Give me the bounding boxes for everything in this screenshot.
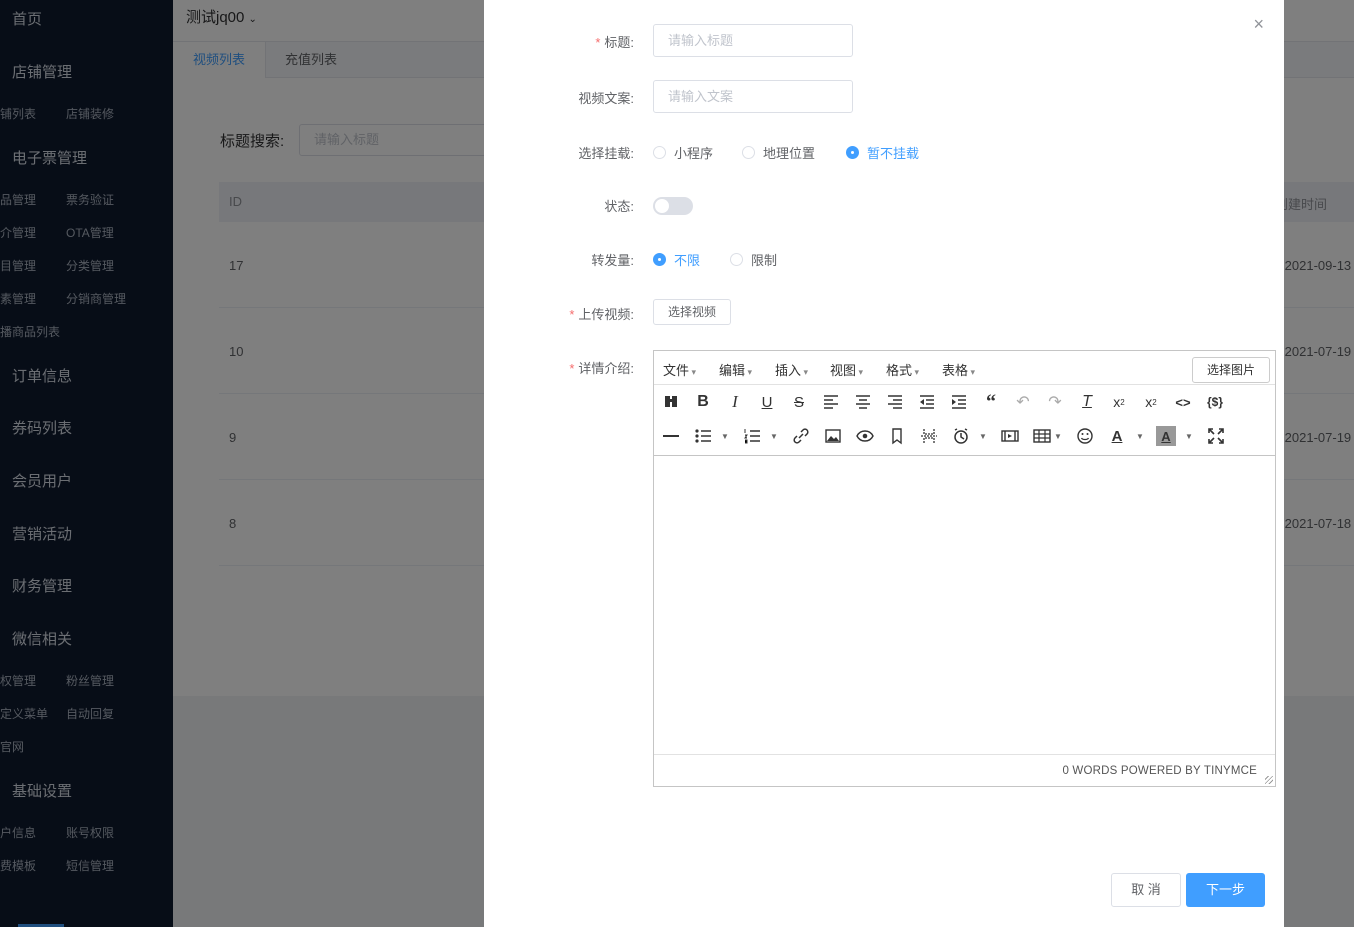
copy-label: 视频文案:: [578, 91, 634, 106]
mount-option-none[interactable]: 暂不挂载: [846, 143, 919, 162]
superscript-icon[interactable]: x2: [1141, 392, 1161, 412]
menu-file[interactable]: 文件: [663, 360, 696, 379]
outdent-icon[interactable]: [917, 392, 937, 412]
next-step-button[interactable]: 下一步: [1186, 873, 1265, 907]
blockquote-icon[interactable]: “: [981, 391, 1001, 413]
editor-status-bar: 0 WORDS POWERED BY TINYMCE: [1062, 765, 1257, 777]
code-icon[interactable]: <>: [1173, 392, 1193, 412]
subscript-icon[interactable]: x2: [1109, 392, 1129, 412]
radio-icon: [653, 146, 666, 159]
forward-option-unlimited[interactable]: 不限: [653, 250, 700, 269]
text-color-icon[interactable]: A: [1107, 426, 1127, 446]
copy-input[interactable]: 请输入文案: [653, 80, 853, 113]
preview-eye-icon[interactable]: [855, 426, 875, 446]
radio-checked-icon: [846, 146, 859, 159]
align-right-icon[interactable]: [885, 392, 905, 412]
indent-icon[interactable]: [949, 392, 969, 412]
numbered-list-icon[interactable]: [742, 426, 762, 446]
media-icon[interactable]: [1000, 426, 1020, 446]
editor-content-area[interactable]: [654, 455, 1275, 755]
title-input[interactable]: 请输入标题: [653, 24, 853, 57]
horizontal-line-icon[interactable]: [661, 426, 681, 446]
datetime-caret-icon[interactable]: ▼: [979, 432, 987, 441]
mount-label: 选择挂载:: [578, 146, 634, 161]
menu-format[interactable]: 格式: [886, 360, 919, 379]
background-color-caret-icon[interactable]: ▼: [1185, 432, 1193, 441]
status-label: 状态:: [604, 199, 634, 214]
align-left-icon[interactable]: [821, 392, 841, 412]
clear-format-icon[interactable]: T: [1077, 392, 1097, 412]
numbered-list-caret-icon[interactable]: ▼: [770, 432, 778, 441]
mount-option-location[interactable]: 地理位置: [742, 143, 815, 162]
select-image-button[interactable]: 选择图片: [1192, 357, 1270, 383]
bookmark-icon[interactable]: [887, 426, 907, 446]
strikethrough-icon[interactable]: S: [789, 392, 809, 412]
template-icon[interactable]: {$}: [1205, 392, 1225, 412]
menu-insert[interactable]: 插入: [775, 360, 808, 379]
bullet-list-caret-icon[interactable]: ▼: [721, 432, 729, 441]
text-color-caret-icon[interactable]: ▼: [1136, 432, 1144, 441]
detail-label: * 详情介绍:: [569, 361, 634, 376]
radio-checked-icon: [653, 253, 666, 266]
forward-option-limited[interactable]: 限制: [730, 250, 777, 269]
find-replace-icon[interactable]: [661, 392, 681, 412]
datetime-icon[interactable]: [951, 426, 971, 446]
upload-label: * 上传视频:: [569, 307, 634, 322]
table-caret-icon[interactable]: ▼: [1054, 432, 1062, 441]
bold-icon[interactable]: B: [693, 392, 713, 412]
close-icon[interactable]: ×: [1253, 14, 1264, 35]
emoticons-icon[interactable]: [1075, 426, 1095, 446]
table-icon[interactable]: [1032, 426, 1052, 446]
video-edit-dialog: × * 标题: 请输入标题 视频文案: 请输入文案 选择挂载: 小程序 地理位置 …: [484, 0, 1284, 927]
bullet-list-icon[interactable]: [693, 426, 713, 446]
resize-handle-icon[interactable]: [1265, 776, 1273, 784]
menu-view[interactable]: 视图: [830, 360, 863, 379]
radio-icon: [742, 146, 755, 159]
radio-icon: [730, 253, 743, 266]
fullscreen-icon[interactable]: [1206, 426, 1226, 446]
page-break-icon[interactable]: [919, 426, 939, 446]
underline-icon[interactable]: U: [757, 392, 777, 412]
title-label: * 标题:: [595, 35, 634, 50]
forward-label: 转发量:: [591, 253, 634, 268]
undo-icon[interactable]: ↶: [1013, 392, 1033, 412]
menu-edit[interactable]: 编辑: [719, 360, 752, 379]
menu-table[interactable]: 表格: [942, 360, 975, 379]
cancel-button[interactable]: 取 消: [1111, 873, 1181, 907]
editor-toolbar-row-1: B I U S “ ↶ ↷ T x2 x2 <> {$}: [654, 385, 1275, 419]
align-center-icon[interactable]: [853, 392, 873, 412]
redo-icon[interactable]: ↷: [1045, 392, 1065, 412]
mount-option-miniprogram[interactable]: 小程序: [653, 143, 713, 162]
italic-icon[interactable]: I: [725, 392, 745, 412]
select-video-button[interactable]: 选择视频: [653, 299, 731, 325]
link-icon[interactable]: [791, 426, 811, 446]
editor-toolbar-row-2: ▼ ▼ ▼ ▼ A ▼ A ▼: [654, 419, 1275, 453]
rich-text-editor: 文件 编辑 插入 视图 格式 表格 选择图片 B I U S “ ↶ ↷ T x…: [653, 350, 1276, 787]
background-color-icon[interactable]: A: [1156, 426, 1176, 446]
editor-menubar: 文件 编辑 插入 视图 格式 表格 选择图片: [654, 351, 1275, 385]
status-toggle[interactable]: [653, 197, 693, 215]
image-icon[interactable]: [823, 426, 843, 446]
